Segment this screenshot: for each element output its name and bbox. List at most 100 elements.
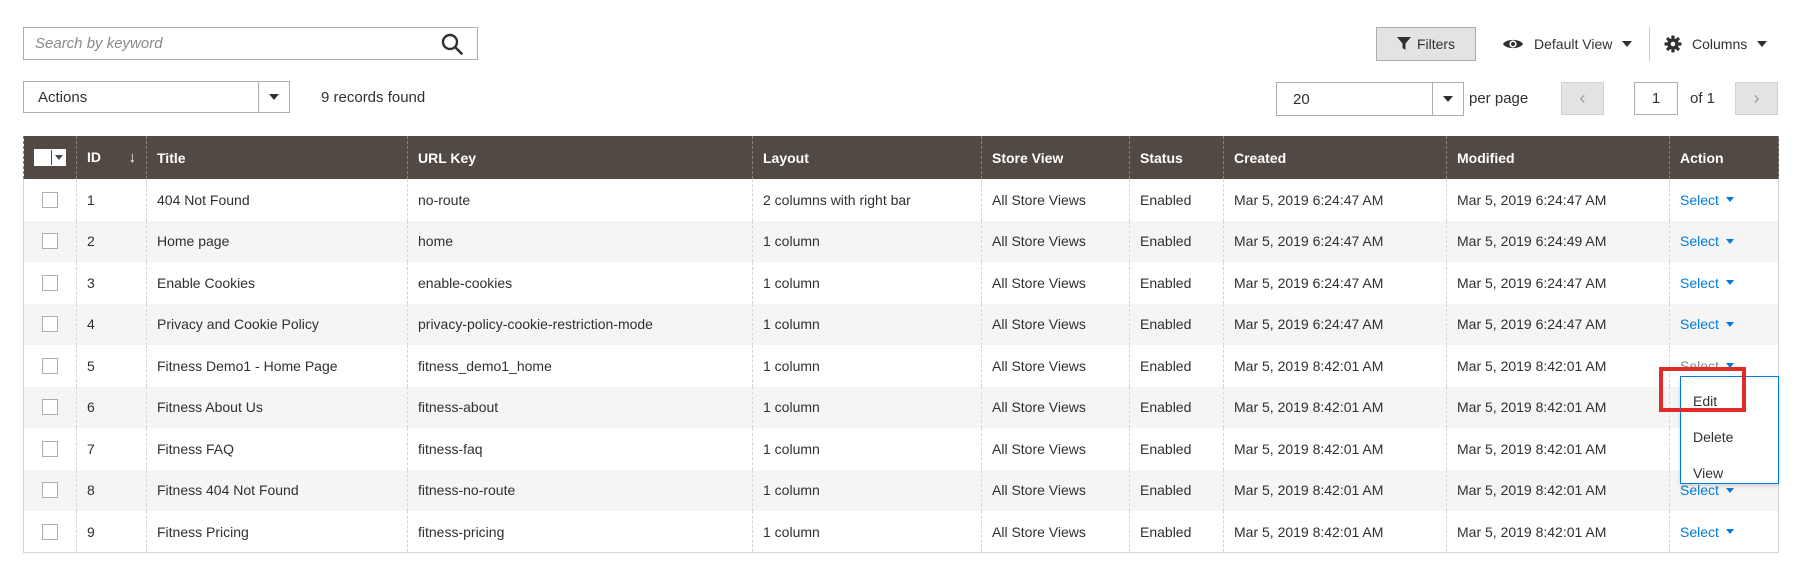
- search-icon: [441, 33, 463, 55]
- filters-button[interactable]: Filters: [1376, 27, 1476, 61]
- cell-url-key: fitness_demo1_home: [407, 345, 753, 387]
- column-header-modified[interactable]: Modified: [1446, 136, 1670, 179]
- cell-title: 404 Not Found: [146, 179, 408, 221]
- search-input[interactable]: [24, 28, 477, 59]
- cell-action: Select: [1669, 220, 1779, 262]
- cell-title: Fitness 404 Not Found: [146, 469, 408, 511]
- cell-url-key: privacy-policy-cookie-restriction-mode: [407, 303, 753, 345]
- chevron-right-icon: ›: [1753, 88, 1760, 108]
- action-menu-delete[interactable]: Delete: [1681, 419, 1778, 455]
- row-select-cell: [23, 428, 77, 470]
- per-page-select[interactable]: 20: [1276, 82, 1464, 116]
- row-action-select[interactable]: Select: [1680, 233, 1734, 249]
- chevron-down-icon: [1725, 363, 1734, 369]
- row-checkbox[interactable]: [42, 399, 58, 416]
- row-checkbox[interactable]: [42, 482, 58, 499]
- row-select-cell: [23, 345, 77, 387]
- row-action-select[interactable]: Select: [1680, 358, 1734, 374]
- row-action-select[interactable]: Select: [1680, 524, 1734, 540]
- row-action-label: Select: [1680, 523, 1719, 540]
- actions-label: Actions: [38, 88, 88, 106]
- page-number-input[interactable]: [1634, 82, 1678, 115]
- default-view-button[interactable]: Default View: [1502, 27, 1633, 61]
- mass-select-checkbox[interactable]: [34, 149, 66, 166]
- column-header-store-view[interactable]: Store View: [981, 136, 1130, 179]
- cell-layout: 1 column: [752, 386, 982, 428]
- row-action-select[interactable]: Select: [1680, 316, 1734, 332]
- cell-url-key: no-route: [407, 179, 753, 221]
- cell-modified: Mar 5, 2019 8:42:01 AM: [1446, 428, 1670, 470]
- chevron-down-icon: [52, 155, 65, 160]
- row-checkbox[interactable]: [42, 316, 58, 333]
- cell-created: Mar 5, 2019 8:42:01 AM: [1223, 469, 1447, 511]
- per-page-value: 20: [1293, 90, 1310, 108]
- action-menu-view[interactable]: View: [1681, 455, 1778, 491]
- cell-created: Mar 5, 2019 8:42:01 AM: [1223, 428, 1447, 470]
- cell-status: Enabled: [1129, 345, 1224, 387]
- column-header-url-key[interactable]: URL Key: [407, 136, 753, 179]
- cell-store-view: All Store Views: [981, 179, 1130, 221]
- table-row: 7 Fitness FAQ fitness-faq 1 column All Store…: [23, 428, 1779, 470]
- row-action-select[interactable]: Select: [1680, 192, 1734, 208]
- row-checkbox[interactable]: [42, 357, 58, 374]
- cell-modified: Mar 5, 2019 8:42:01 AM: [1446, 386, 1670, 428]
- row-select-cell: [23, 303, 77, 345]
- grid-header-row: ID ↓ Title URL Key Layout Store View Stat…: [23, 136, 1779, 179]
- row-checkbox[interactable]: [42, 233, 58, 250]
- row-action-select[interactable]: Select: [1680, 275, 1734, 291]
- columns-button[interactable]: Columns: [1664, 27, 1768, 61]
- cell-title: Fitness Demo1 - Home Page: [146, 345, 408, 387]
- column-header-layout[interactable]: Layout: [752, 136, 982, 179]
- column-header-id[interactable]: ID ↓: [76, 136, 147, 179]
- cell-url-key: fitness-no-route: [407, 469, 753, 511]
- cell-id: 9: [76, 511, 147, 553]
- column-header-title[interactable]: Title: [146, 136, 408, 179]
- next-page-button[interactable]: ›: [1735, 82, 1778, 115]
- cell-status: Enabled: [1129, 303, 1224, 345]
- row-action-label: Select: [1680, 274, 1719, 291]
- row-checkbox[interactable]: [42, 274, 58, 291]
- cell-layout: 1 column: [752, 220, 982, 262]
- cell-action: Select: [1669, 179, 1779, 221]
- row-checkbox[interactable]: [42, 440, 58, 457]
- table-row: 3 Enable Cookies enable-cookies 1 column All…: [23, 262, 1779, 304]
- cell-modified: Mar 5, 2019 8:42:01 AM: [1446, 345, 1670, 387]
- row-checkbox[interactable]: [42, 191, 58, 208]
- records-count: 9 records found: [321, 89, 426, 106]
- filter-icon: [1396, 37, 1411, 50]
- cell-modified: Mar 5, 2019 6:24:49 AM: [1446, 220, 1670, 262]
- row-select-cell: [23, 469, 77, 511]
- chevron-down-icon: [1725, 529, 1734, 534]
- cell-title: Enable Cookies: [146, 262, 408, 304]
- column-header-created[interactable]: Created: [1223, 136, 1447, 179]
- cell-created: Mar 5, 2019 8:42:01 AM: [1223, 511, 1447, 553]
- filters-label: Filters: [1416, 36, 1456, 52]
- cell-layout: 1 column: [752, 303, 982, 345]
- default-view-label: Default View: [1534, 36, 1613, 52]
- cell-url-key: enable-cookies: [407, 262, 753, 304]
- action-menu-edit[interactable]: Edit: [1681, 383, 1778, 419]
- cell-title: Privacy and Cookie Policy: [146, 303, 408, 345]
- cell-action: Select: [1669, 262, 1779, 304]
- row-select-cell: [23, 220, 77, 262]
- mass-select-header: [23, 136, 77, 179]
- cell-id: 4: [76, 303, 147, 345]
- actions-dropdown[interactable]: Actions: [23, 81, 290, 113]
- column-header-status[interactable]: Status: [1129, 136, 1224, 179]
- row-select-cell: [23, 179, 77, 221]
- cell-modified: Mar 5, 2019 6:24:47 AM: [1446, 262, 1670, 304]
- row-select-cell: [23, 386, 77, 428]
- cell-status: Enabled: [1129, 262, 1224, 304]
- row-checkbox[interactable]: [42, 523, 58, 540]
- cell-url-key: fitness-about: [407, 386, 753, 428]
- cell-created: Mar 5, 2019 8:42:01 AM: [1223, 386, 1447, 428]
- table-row: 9 Fitness Pricing fitness-pricing 1 column A…: [23, 511, 1779, 553]
- previous-page-button[interactable]: ‹: [1561, 82, 1604, 115]
- chevron-down-icon: [1443, 96, 1453, 102]
- sort-arrow-icon: ↓: [128, 149, 137, 166]
- cell-id: 7: [76, 428, 147, 470]
- search-button[interactable]: [435, 31, 469, 57]
- cell-created: Mar 5, 2019 6:24:47 AM: [1223, 220, 1447, 262]
- chevron-down-icon: [1622, 41, 1633, 47]
- toolbar-divider: [1649, 27, 1650, 61]
